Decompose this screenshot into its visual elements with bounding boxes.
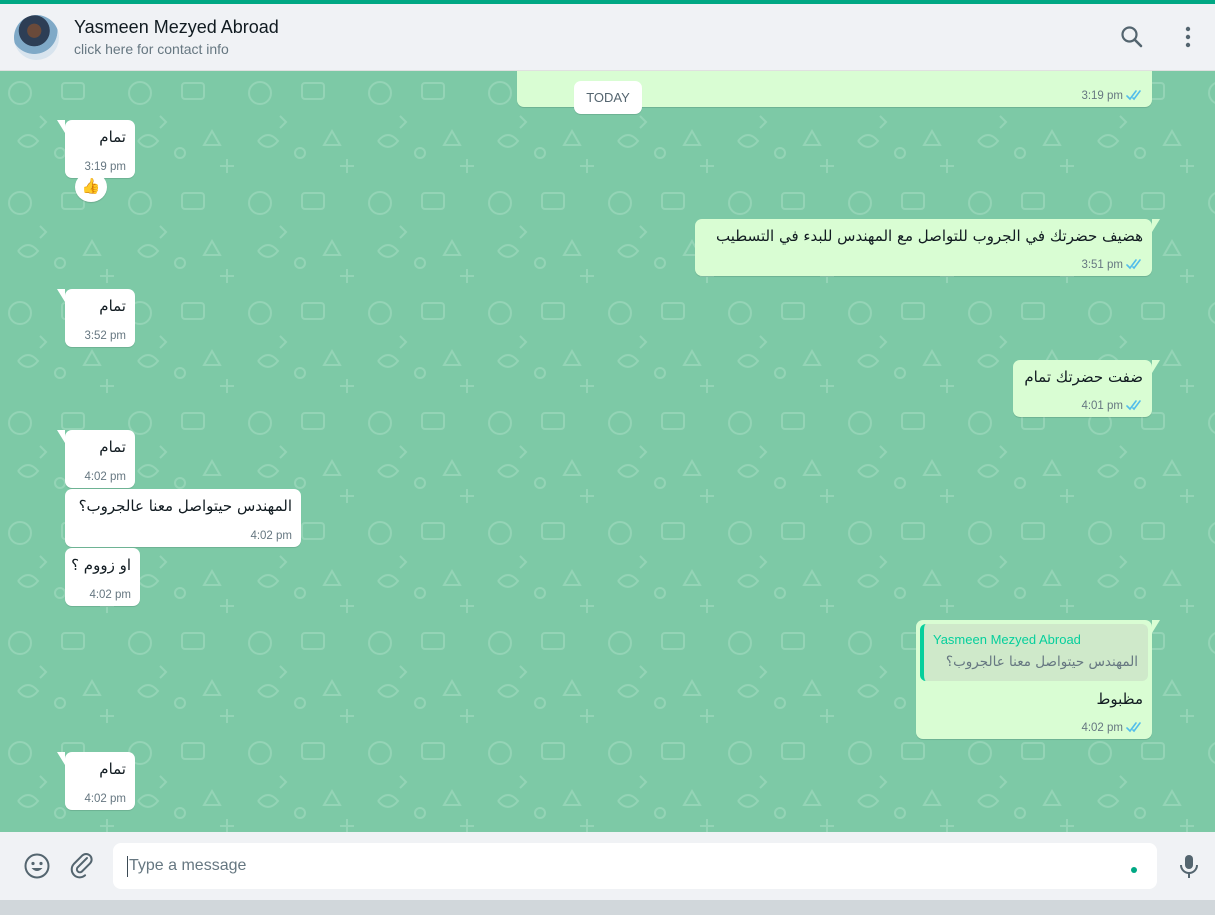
emoji-icon[interactable] [23,852,51,880]
message-text: تمام [99,297,126,315]
input-status-dot [1131,867,1137,873]
read-receipt-icon [1126,722,1141,733]
message-bubble-incoming[interactable]: تمام 3:19 pm [57,120,135,178]
read-receipt-icon [1126,400,1141,411]
quoted-author: Yasmeen Mezyed Abroad [933,632,1081,647]
quoted-message[interactable]: Yasmeen Mezyed Abroad المهندس حيتواصل مع… [920,624,1148,681]
text-cursor [127,856,128,877]
message-text: المهندس حيتواصل معنا عالجروب؟ [78,497,292,515]
message-text: تمام [99,760,126,778]
contact-info-link[interactable]: click here for contact info [74,41,229,57]
message-time: 3:19 pm [1081,90,1123,102]
message-bubble-incoming[interactable]: او زووم ؟ 4:02 pm [65,548,140,606]
message-bubble-incoming[interactable]: تمام 4:02 pm [57,752,135,810]
message-bubble-outgoing-reply[interactable]: Yasmeen Mezyed Abroad المهندس حيتواصل مع… [916,620,1160,739]
reaction-badge[interactable]: 👍 [75,172,107,202]
message-text: ضفت حضرتك تمام [1024,368,1143,386]
message-text: تمام [99,128,126,146]
menu-dots-icon[interactable] [1175,24,1201,50]
message-bubble-incoming[interactable]: تمام 4:02 pm [57,430,135,488]
message-text: هضيف حضرتك في الجروب للتواصل مع المهندس … [716,227,1143,245]
message-time: 4:02 pm [84,793,126,805]
read-receipt-icon [1126,90,1141,101]
search-icon[interactable] [1119,24,1145,50]
message-time: 4:02 pm [1081,722,1123,734]
window-bottom-strip [0,900,1215,915]
message-time: 3:52 pm [84,330,126,342]
contact-name[interactable]: Yasmeen Mezyed Abroad [74,17,279,38]
message-time: 4:02 pm [84,471,126,483]
message-text: تمام [99,438,126,456]
message-bubble-incoming[interactable]: تمام 3:52 pm [57,289,135,347]
message-text: او زووم ؟ [71,556,131,574]
message-bubble-outgoing[interactable]: ضفت حضرتك تمام 4:01 pm [1013,360,1160,417]
quoted-text: المهندس حيتواصل معنا عالجروب؟ [945,654,1138,670]
message-bubble-incoming[interactable]: المهندس حيتواصل معنا عالجروب؟ 4:02 pm [65,489,301,547]
message-time: 4:02 pm [89,589,131,601]
read-receipt-icon [1126,259,1141,270]
message-composer [0,832,1215,900]
mic-icon[interactable] [1175,852,1203,880]
message-time: 4:02 pm [250,530,292,542]
message-time: 3:51 pm [1081,259,1123,271]
attach-icon[interactable] [68,852,96,880]
chat-header[interactable]: Yasmeen Mezyed Abroad click here for con… [0,4,1215,71]
chat-panel[interactable]: 3:19 pm TODAY تمام 3:19 pm 👍 هضيف حضرتك … [0,71,1215,832]
message-time: 4:01 pm [1081,400,1123,412]
message-text: مظبوط [1096,690,1144,708]
avatar[interactable] [14,15,59,60]
message-bubble-outgoing[interactable]: هضيف حضرتك في الجروب للتواصل مع المهندس … [695,219,1160,276]
message-input[interactable] [113,843,1157,889]
date-divider: TODAY [574,81,642,114]
